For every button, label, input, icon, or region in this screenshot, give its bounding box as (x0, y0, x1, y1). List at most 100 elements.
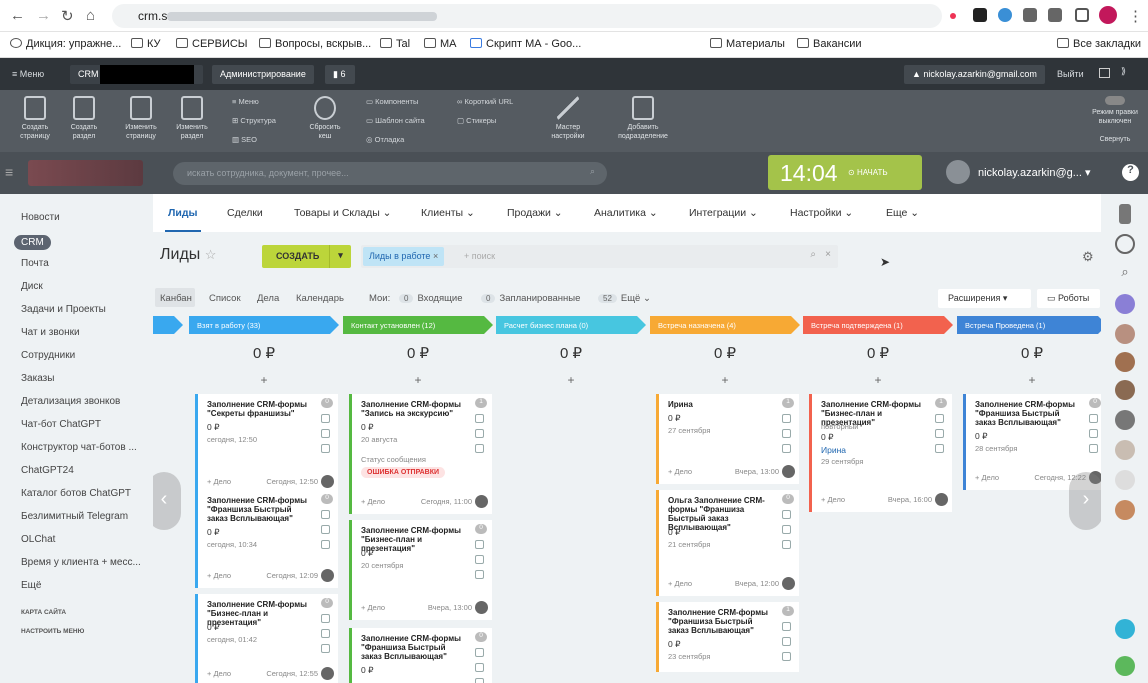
chat-icon[interactable] (475, 678, 484, 683)
mail-icon[interactable] (321, 629, 330, 638)
scroll-right-button[interactable]: › (1069, 472, 1101, 530)
chat-icon[interactable] (782, 444, 791, 453)
avatar[interactable] (1115, 440, 1135, 460)
view-kanban[interactable]: Канбан (160, 293, 192, 304)
phone-icon[interactable] (321, 614, 330, 623)
sidebar-icon[interactable] (1075, 8, 1089, 22)
add-lead-button[interactable]: + (348, 373, 488, 387)
add-activity-link[interactable]: + Дело (207, 669, 231, 678)
collapse-link[interactable]: Свернуть (1100, 136, 1131, 143)
puzzle-icon[interactable] (1023, 8, 1037, 22)
lead-title[interactable]: Заполнение CRM-формы "Франшиза Быстрый з… (668, 608, 774, 635)
mail-icon[interactable] (475, 663, 484, 672)
view-calendar[interactable]: Календарь (296, 293, 344, 304)
bookmark[interactable]: КУ (131, 38, 161, 50)
left-menu-item[interactable]: Детализация звонков (21, 396, 120, 407)
bookmark[interactable]: Материалы (710, 38, 785, 50)
tab-analytics[interactable]: Аналитика ⌄ (594, 207, 658, 219)
chevron-down-icon[interactable]: ▾ (329, 245, 351, 268)
add-activity-link[interactable]: + Дело (668, 579, 692, 588)
tab-integrations[interactable]: Интеграции ⌄ (689, 207, 758, 219)
close-icon[interactable]: × (433, 251, 438, 261)
responsible-avatar[interactable] (782, 577, 795, 590)
counter-planned[interactable]: 0 Запланированные (481, 293, 580, 304)
toggle-icon[interactable]: ⟫ (1121, 66, 1126, 77)
lead-card[interactable]: Заполнение CRM-формы "Франшиза Быстрый з… (656, 602, 799, 672)
forward-icon[interactable]: → (36, 7, 51, 24)
view-list[interactable]: Список (209, 293, 241, 304)
wizard-tool[interactable]: Мастер настройки (546, 96, 590, 141)
left-menu-footer-link[interactable]: НАСТРОИТЬ МЕНЮ (21, 628, 84, 635)
download-icon[interactable] (1048, 8, 1062, 22)
start-button[interactable]: ⊙ НАЧАТЬ (848, 168, 888, 177)
mail-icon[interactable] (321, 525, 330, 534)
add-department-tool[interactable]: Добавить подразделение (616, 96, 670, 141)
extensions-button[interactable]: Расширения ▾ (938, 289, 1031, 308)
components-tool[interactable]: ▭ Компоненты (366, 97, 418, 106)
left-menu-item[interactable]: Новости (21, 212, 60, 223)
avatar[interactable] (1115, 294, 1135, 314)
edit-section-tool[interactable]: Изменить раздел (170, 96, 214, 141)
responsible-avatar[interactable] (475, 495, 488, 508)
admin-user-button[interactable]: ▲ nickolay.azarkin@gmail.com (904, 65, 1045, 84)
chat-icon[interactable] (475, 570, 484, 579)
robots-button[interactable]: ▭ Роботы (1037, 289, 1100, 308)
stage-header[interactable]: Встреча подтверждена (1) (803, 316, 953, 334)
create-button[interactable]: СОЗДАТЬ ▾ (262, 245, 351, 268)
lead-contact[interactable]: Ирина (821, 445, 846, 455)
phone-icon[interactable] (321, 510, 330, 519)
filter-input[interactable]: Лиды в работе × + поиск ⌕ × (361, 245, 838, 268)
phone-icon[interactable] (321, 414, 330, 423)
add-activity-link[interactable]: + Дело (361, 603, 385, 612)
chat-icon[interactable] (782, 652, 791, 661)
seo-tool[interactable]: ▥ SEO (232, 135, 257, 144)
lead-card[interactable]: Заполнение CRM-формы "Франшиза Быстрый з… (349, 628, 492, 683)
lead-title[interactable]: Заполнение CRM-формы "Бизнес-план и през… (361, 526, 467, 553)
stage-header[interactable]: Взят в работу (33) (189, 316, 339, 334)
help-icon[interactable]: ? (1122, 164, 1139, 181)
avatar[interactable] (1115, 500, 1135, 520)
view-activities[interactable]: Дела (257, 293, 279, 304)
left-menu-item[interactable]: Заказы (21, 373, 54, 384)
left-menu-item[interactable]: Почта (21, 258, 49, 269)
open-lines-icon[interactable] (1115, 619, 1135, 639)
responsible-avatar[interactable] (321, 569, 334, 582)
chat-icon[interactable] (1115, 234, 1135, 254)
mail-icon[interactable] (782, 525, 791, 534)
add-lead-button[interactable]: + (501, 373, 641, 387)
stage-header[interactable]: Встреча назначена (4) (650, 316, 800, 334)
add-activity-link[interactable]: + Дело (821, 495, 845, 504)
structure-tool[interactable]: ⊞ Структура (232, 116, 276, 125)
lead-title[interactable]: Заполнение CRM-формы "Франшиза Быстрый з… (207, 496, 313, 523)
home-icon[interactable]: ⌂ (86, 7, 95, 24)
add-lead-button[interactable]: + (194, 373, 334, 387)
hamburger-icon[interactable]: ≡ (5, 164, 13, 180)
lead-title[interactable]: Ольга Заполнение CRM-формы "Франшиза Быс… (668, 496, 774, 532)
youtube-icon[interactable] (973, 8, 987, 22)
logout-link[interactable]: Выйти (1057, 69, 1084, 79)
menu-tool[interactable]: ≡ Меню (232, 97, 259, 106)
menu-button[interactable]: ≡ Меню (12, 69, 44, 79)
left-menu-item[interactable]: Ещё (21, 580, 41, 591)
portal-search-input[interactable]: искать сотрудника, документ, прочее... ⌕ (173, 162, 607, 185)
lead-card[interactable]: Заполнение CRM-формы "Бизнес-план и през… (349, 520, 492, 620)
company-logo[interactable] (28, 160, 143, 186)
stage-header[interactable]: Расчет бизнес плана (0) (496, 316, 646, 334)
clear-cache-tool[interactable]: Сбросить кеш (303, 96, 347, 141)
lead-title[interactable]: Заполнение CRM-формы "Франшиза Быстрый з… (975, 400, 1081, 427)
left-menu-item[interactable]: Чат и звонки (21, 327, 80, 338)
bookmark[interactable]: МА (424, 38, 457, 50)
lead-title[interactable]: Заполнение CRM-формы "Секреты франшизы" (207, 400, 313, 418)
responsible-avatar[interactable] (321, 667, 334, 680)
mail-icon[interactable] (475, 555, 484, 564)
chat-icon[interactable] (321, 644, 330, 653)
add-lead-button[interactable]: + (655, 373, 795, 387)
avatar[interactable] (1115, 470, 1135, 490)
phone-icon[interactable] (782, 414, 791, 423)
url-field[interactable]: crm.s (112, 4, 942, 28)
add-activity-link[interactable]: + Дело (207, 571, 231, 580)
lead-card[interactable]: Заполнение CRM-формы "Запись на экскурси… (349, 394, 492, 514)
debug-tool[interactable]: ◎ Отладка (366, 135, 404, 144)
responsible-avatar[interactable] (475, 601, 488, 614)
lead-card[interactable]: Ольга Заполнение CRM-формы "Франшиза Быс… (656, 490, 799, 596)
